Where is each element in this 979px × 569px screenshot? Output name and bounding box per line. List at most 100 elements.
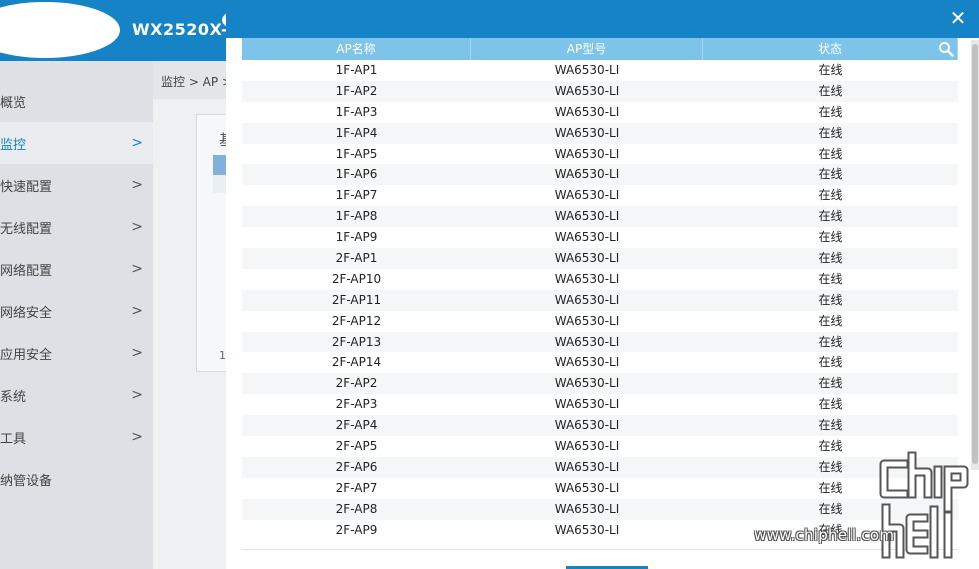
table-row[interactable]: 1F-AP6 WA6530-LI 在线	[242, 164, 958, 186]
cell-ap-name: 2F-AP12	[331, 313, 382, 328]
cell-ap-name: 1F-AP9	[335, 230, 378, 245]
sidebar-item[interactable]: 网络配置 >	[0, 248, 153, 290]
cell-ap-name: 2F-AP2	[335, 376, 378, 391]
cell-status: 在线	[818, 271, 843, 286]
sidebar-item[interactable]: 应用安全 >	[0, 332, 153, 374]
sidebar-item[interactable]: 纳管设备	[0, 458, 153, 500]
cell-ap-model: WA6530-LI	[554, 251, 620, 266]
table-row[interactable]: 1F-AP8 WA6530-LI 在线	[242, 206, 958, 228]
sidebar-item[interactable]: 工具 >	[0, 416, 153, 458]
cell-ap-name: 2F-AP3	[335, 397, 378, 412]
scrollbar[interactable]	[971, 40, 979, 470]
sidebar-item-label: 无线配置	[0, 221, 53, 237]
cell-ap-name: 1F-AP7	[335, 188, 378, 203]
chevron-right-icon: >	[131, 345, 143, 361]
table-row[interactable]: 2F-AP10 WA6530-LI 在线	[242, 268, 958, 290]
cell-ap-model: WA6530-LI	[554, 230, 620, 245]
cell-status: 在线	[818, 63, 843, 77]
chiphell-logo-icon	[879, 451, 969, 559]
table-row[interactable]: 1F-AP5 WA6530-LI 在线	[242, 143, 958, 165]
chevron-right-icon: >	[131, 219, 143, 235]
sidebar-item-label: 网络安全	[0, 305, 53, 321]
sidebar-item[interactable]: 快速配置 >	[0, 164, 153, 206]
cell-status: 在线	[818, 376, 843, 391]
close-icon[interactable]: ✕	[947, 7, 969, 29]
cell-ap-model: WA6530-LI	[554, 209, 620, 224]
cell-status: 在线	[818, 104, 843, 119]
cell-ap-model: WA6530-LI	[554, 480, 620, 495]
cell-ap-model: WA6530-LI	[554, 63, 620, 77]
cell-status: 在线	[818, 418, 843, 433]
cell-ap-name: 2F-AP13	[331, 334, 382, 349]
sidebar-item[interactable]: 无线配置 >	[0, 206, 153, 248]
content-footer-fragment: 1	[219, 349, 226, 362]
cell-ap-model: WA6530-LI	[554, 334, 620, 349]
cell-status: 在线	[818, 292, 843, 307]
cell-ap-model: WA6530-LI	[554, 313, 620, 328]
cell-status: 在线	[818, 188, 843, 203]
watermark: www.chiphell.com	[748, 450, 979, 569]
cell-ap-name: 2F-AP1	[335, 251, 378, 266]
cell-status: 在线	[818, 230, 843, 245]
cell-ap-model: WA6530-LI	[554, 501, 620, 516]
sidebar-item-label: 纳管设备	[0, 473, 53, 489]
cell-ap-model: WA6530-LI	[554, 459, 620, 474]
table-row[interactable]: 2F-AP12 WA6530-LI 在线	[242, 310, 958, 332]
cell-ap-model: WA6530-LI	[554, 439, 620, 454]
search-icon[interactable]	[938, 41, 954, 57]
table-row[interactable]: 1F-AP9 WA6530-LI 在线	[242, 227, 958, 249]
table-row[interactable]: 1F-AP1 WA6530-LI 在线	[242, 60, 958, 81]
table-row[interactable]: 2F-AP13 WA6530-LI 在线	[242, 331, 958, 353]
table-header: AP名称 AP型号 状态	[242, 38, 958, 60]
cell-ap-name: 2F-AP8	[335, 501, 378, 516]
column-header-ap-model[interactable]: AP型号	[471, 38, 703, 60]
table-row[interactable]: 2F-AP2 WA6530-LI 在线	[242, 373, 958, 395]
cell-status: 在线	[818, 209, 843, 224]
cell-ap-name: 1F-AP6	[335, 167, 378, 182]
sidebar-item[interactable]: 监控 >	[0, 122, 153, 164]
table-row[interactable]: 1F-AP2 WA6530-LI 在线	[242, 80, 958, 102]
cell-status: 在线	[818, 167, 843, 182]
sidebar-item-label: 概览	[0, 95, 27, 111]
scrollbar-thumb[interactable]	[972, 44, 978, 464]
table-row[interactable]: 2F-AP1 WA6530-LI 在线	[242, 248, 958, 269]
column-header-status[interactable]: 状态	[703, 38, 958, 60]
cell-ap-model: WA6530-LI	[554, 167, 620, 182]
cell-ap-name: 1F-AP3	[335, 104, 378, 119]
cell-ap-name: 1F-AP5	[335, 146, 378, 161]
cell-ap-name: 2F-AP6	[335, 459, 378, 474]
cell-ap-model: WA6530-LI	[554, 292, 620, 307]
cell-ap-name: 2F-AP7	[335, 480, 378, 495]
cell-ap-name: 2F-AP9	[335, 522, 378, 537]
cell-ap-model: WA6530-LI	[554, 125, 620, 140]
table-row[interactable]: 2F-AP4 WA6530-LI 在线	[242, 415, 958, 437]
chevron-right-icon: >	[131, 387, 143, 403]
sidebar-item-label: 监控	[0, 137, 27, 153]
column-header-ap-name[interactable]: AP名称	[242, 38, 471, 60]
table-row[interactable]: 2F-AP14 WA6530-LI 在线	[242, 352, 958, 374]
cell-ap-model: WA6530-LI	[554, 146, 620, 161]
cell-ap-model: WA6530-LI	[554, 522, 620, 537]
table-row[interactable]: 2F-AP11 WA6530-LI 在线	[242, 289, 958, 311]
dialog-header: ✕	[226, 0, 979, 38]
cell-ap-model: WA6530-LI	[554, 397, 620, 412]
sidebar-item-label: 系统	[0, 389, 27, 405]
cell-status: 在线	[818, 251, 843, 266]
table-row[interactable]: 1F-AP7 WA6530-LI 在线	[242, 185, 958, 207]
table-row[interactable]: 1F-AP4 WA6530-LI 在线	[242, 122, 958, 144]
sidebar: 概览 监控 > 快速配置 > 无线配置 > 网络配置 > 网络安全 > 应用安全 > 系统 > 工具 > 纳管设备	[0, 61, 153, 569]
cell-ap-model: WA6530-LI	[554, 104, 620, 119]
cell-status: 在线	[818, 334, 843, 349]
sidebar-item[interactable]: 网络安全 >	[0, 290, 153, 332]
cell-ap-model: WA6530-LI	[554, 188, 620, 203]
cell-status: 在线	[818, 355, 843, 370]
sidebar-item[interactable]: 概览	[0, 80, 153, 122]
cell-ap-name: 2F-AP10	[331, 271, 382, 286]
cell-status: 在线	[818, 397, 843, 412]
table-row[interactable]: 1F-AP3 WA6530-LI 在线	[242, 101, 958, 123]
table-row[interactable]: 2F-AP3 WA6530-LI 在线	[242, 394, 958, 416]
cell-ap-model: WA6530-LI	[554, 376, 620, 391]
cell-ap-model: WA6530-LI	[554, 355, 620, 370]
sidebar-item[interactable]: 系统 >	[0, 374, 153, 416]
cell-ap-name: 2F-AP11	[331, 292, 382, 307]
